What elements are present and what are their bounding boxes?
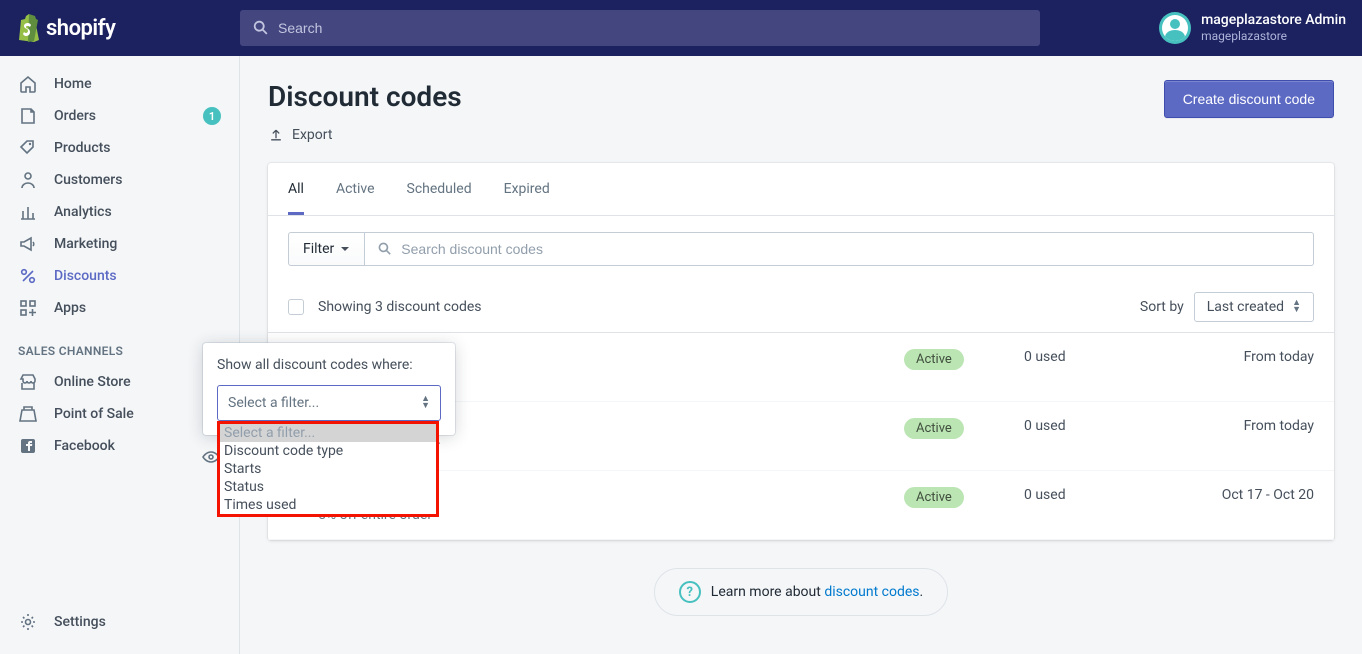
sidebar-item-customers[interactable]: Customers xyxy=(0,164,239,196)
caret-down-icon xyxy=(340,244,350,254)
sidebar-item-label: Home xyxy=(54,76,221,92)
selection-count: Showing 3 discount codes xyxy=(318,299,482,315)
customers-icon xyxy=(18,170,38,190)
filter-option-placeholder[interactable]: Select a filter... xyxy=(220,424,436,442)
orders-icon xyxy=(18,106,38,126)
sidebar-item-label: Settings xyxy=(54,614,221,630)
export-label: Export xyxy=(292,127,332,143)
learn-more-callout: ? Learn more about discount codes. xyxy=(654,568,948,616)
tabs: All Active Scheduled Expired xyxy=(268,163,1334,216)
sidebar-item-apps[interactable]: Apps xyxy=(0,292,239,324)
sort-carets-icon: ▲▼ xyxy=(1292,300,1301,314)
discount-search-input[interactable] xyxy=(401,241,1301,257)
page-title: Discount codes xyxy=(268,80,462,113)
online-store-icon xyxy=(18,372,38,392)
discount-period: From today xyxy=(1164,418,1314,434)
filter-popover-title: Show all discount codes where: xyxy=(217,357,441,373)
discount-used: 0 used xyxy=(1024,487,1164,503)
user-name: mageplazastore Admin xyxy=(1201,12,1346,29)
global-search[interactable] xyxy=(240,10,1040,46)
sidebar-item-discounts[interactable]: Discounts xyxy=(0,260,239,292)
tab-active[interactable]: Active xyxy=(336,163,375,215)
avatar xyxy=(1159,12,1191,44)
sidebar-item-label: Products xyxy=(54,140,221,156)
sidebar-item-products[interactable]: Products xyxy=(0,132,239,164)
search-icon xyxy=(377,241,393,257)
sidebar-item-label: Marketing xyxy=(54,236,221,252)
pos-icon xyxy=(18,404,38,424)
marketing-icon xyxy=(18,234,38,254)
sidebar-item-label: Online Store xyxy=(54,374,221,390)
tab-scheduled[interactable]: Scheduled xyxy=(407,163,472,215)
export-button[interactable]: Export xyxy=(268,127,462,143)
filter-select[interactable]: Select a filter... ▲▼ xyxy=(217,385,441,421)
learn-more-link[interactable]: discount codes xyxy=(824,584,919,600)
discount-period: From today xyxy=(1164,349,1314,365)
sidebar-item-label: Orders xyxy=(54,108,187,124)
create-discount-button[interactable]: Create discount code xyxy=(1164,80,1334,118)
brand-text: shopify xyxy=(46,16,115,41)
help-icon: ? xyxy=(679,581,701,603)
home-icon xyxy=(18,74,38,94)
filter-option-type[interactable]: Discount code type xyxy=(220,442,436,460)
brand-logo[interactable]: shopify xyxy=(16,14,240,42)
select-carets-icon: ▲▼ xyxy=(421,396,430,410)
discounts-icon xyxy=(18,266,38,286)
tab-all[interactable]: All xyxy=(288,163,304,215)
sort-value: Last created xyxy=(1207,299,1284,315)
sidebar-item-analytics[interactable]: Analytics xyxy=(0,196,239,228)
sidebar-item-settings[interactable]: Settings xyxy=(0,606,239,638)
sidebar-item-marketing[interactable]: Marketing xyxy=(0,228,239,260)
filter-dropdown-list: Select a filter... Discount code type St… xyxy=(217,424,439,517)
status-badge: Active xyxy=(904,487,964,508)
filter-option-status[interactable]: Status xyxy=(220,478,436,496)
discount-search[interactable] xyxy=(365,232,1314,266)
learn-more-prefix: Learn more about xyxy=(711,584,825,600)
sidebar-item-label: Apps xyxy=(54,300,221,316)
sidebar-item-label: Customers xyxy=(54,172,221,188)
status-badge: Active xyxy=(904,418,964,439)
filter-select-value: Select a filter... xyxy=(228,395,319,411)
filter-button[interactable]: Filter xyxy=(288,232,365,266)
sort-button[interactable]: Last created ▲▼ xyxy=(1194,292,1314,322)
learn-more-suffix: . xyxy=(920,584,924,600)
gear-icon xyxy=(18,612,38,632)
filter-option-times-used[interactable]: Times used xyxy=(220,496,436,514)
sidebar-item-label: Analytics xyxy=(54,204,221,220)
facebook-icon xyxy=(18,436,38,456)
user-menu[interactable]: mageplazastore Admin mageplazastore xyxy=(1129,12,1346,44)
select-all-checkbox[interactable] xyxy=(288,299,304,315)
analytics-icon xyxy=(18,202,38,222)
sidebar-item-orders[interactable]: Orders 1 xyxy=(0,100,239,132)
tab-expired[interactable]: Expired xyxy=(504,163,550,215)
shopify-icon xyxy=(16,14,40,42)
discount-period: Oct 17 - Oct 20 xyxy=(1164,487,1314,503)
discount-used: 0 used xyxy=(1024,349,1164,365)
orders-badge: 1 xyxy=(203,107,221,125)
apps-icon xyxy=(18,298,38,318)
status-badge: Active xyxy=(904,349,964,370)
filter-option-starts[interactable]: Starts xyxy=(220,460,436,478)
sidebar-item-home[interactable]: Home xyxy=(0,68,239,100)
sidebar-item-label: Point of Sale xyxy=(54,406,221,422)
global-search-input[interactable] xyxy=(278,20,1028,36)
sort-label: Sort by xyxy=(1140,299,1184,315)
search-icon xyxy=(252,19,270,37)
filter-label: Filter xyxy=(303,241,334,257)
products-icon xyxy=(18,138,38,158)
sidebar-item-label: Facebook xyxy=(54,438,221,454)
sidebar-item-label: Discounts xyxy=(54,268,221,284)
topbar: shopify mageplazastore Admin mageplazast… xyxy=(0,0,1362,56)
discount-used: 0 used xyxy=(1024,418,1164,434)
export-icon xyxy=(268,127,284,143)
user-store: mageplazastore xyxy=(1201,29,1346,43)
